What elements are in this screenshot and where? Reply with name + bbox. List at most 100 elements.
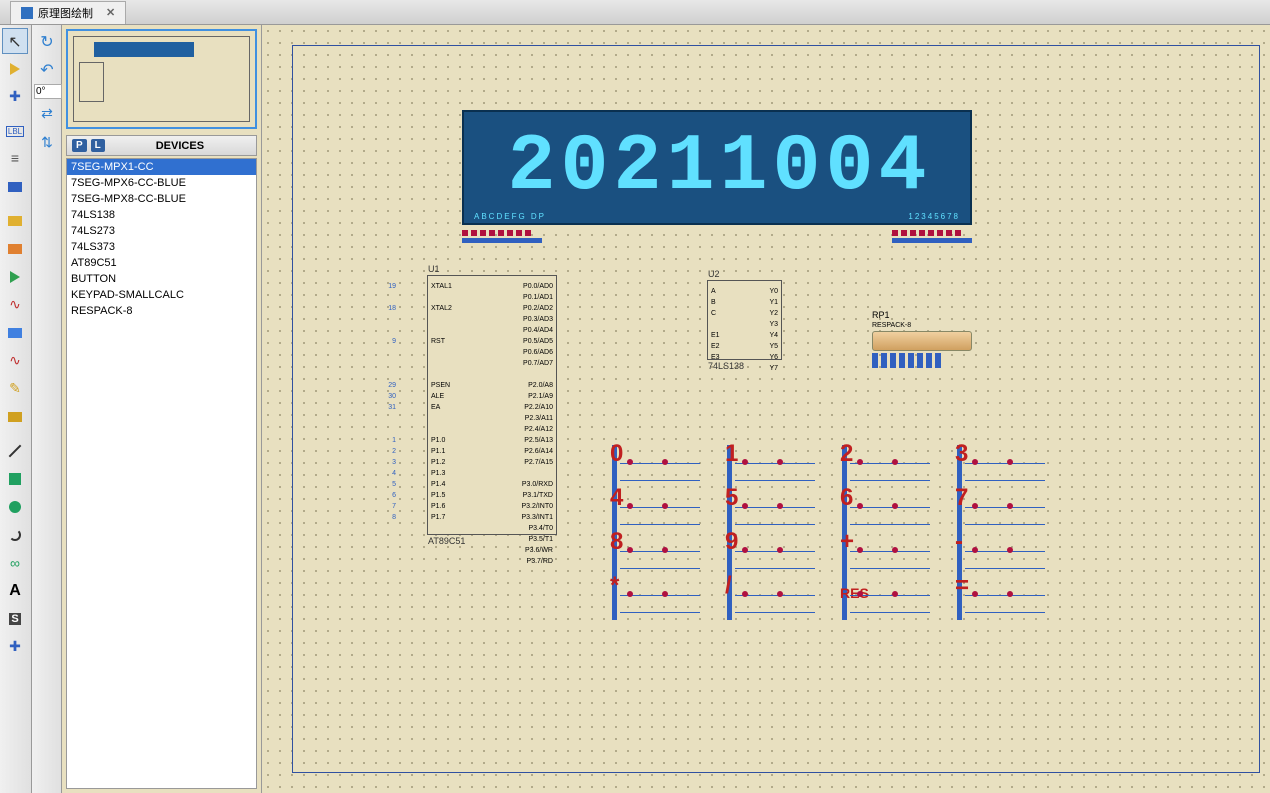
close-icon[interactable]: ✕ — [106, 6, 115, 19]
keypad-button[interactable]: + — [842, 533, 932, 575]
symbol-icon: S — [9, 613, 20, 625]
flip-horizontal[interactable] — [34, 101, 60, 127]
pin-icon — [10, 271, 20, 283]
device-item[interactable]: 74LS273 — [67, 223, 256, 239]
marker-icon — [6, 638, 24, 656]
rp1-name: RESPACK-8 — [872, 322, 982, 329]
devices-header: P L DEVICES — [66, 135, 257, 156]
probe-tool[interactable] — [2, 376, 28, 402]
bus-tool[interactable] — [2, 174, 28, 200]
u2-right-labels: Y0Y1Y2Y3Y4Y5Y6Y7 — [769, 286, 778, 374]
marker-tool[interactable] — [2, 634, 28, 660]
mode-toolbar: LBL ∞ S — [0, 25, 32, 793]
seg-digit: 1 — [666, 128, 714, 208]
seg-digit: 2 — [613, 128, 661, 208]
overview-panel[interactable] — [66, 29, 257, 129]
graph-tool[interactable] — [2, 292, 28, 318]
key-label: - — [955, 528, 963, 556]
keypad-button[interactable]: * — [612, 577, 702, 619]
pick-badge[interactable]: P — [72, 139, 87, 152]
keypad-button[interactable]: 3 — [957, 445, 1047, 487]
rp1-ref: RP1 — [872, 310, 982, 320]
tab-schematic[interactable]: 原理图绘制 ✕ — [10, 1, 126, 24]
seg-digit: 0 — [773, 128, 821, 208]
seven-seg-display[interactable]: ABCDEFG DP 12345678 20211004 — [462, 110, 972, 225]
display-pins-right — [892, 230, 972, 255]
keypad-button[interactable]: - — [957, 533, 1047, 575]
rotate-cw[interactable] — [34, 28, 60, 54]
symbol-tool[interactable]: S — [2, 606, 28, 632]
keypad-button[interactable]: = — [957, 577, 1047, 619]
flip-vertical[interactable]: ⇅ — [34, 129, 60, 155]
schematic-canvas[interactable]: ABCDEFG DP 12345678 20211004 U1 AT89C51 … — [262, 25, 1270, 793]
chip-icon — [8, 216, 22, 226]
keypad-button[interactable]: 5 — [727, 489, 817, 531]
respack-rp1[interactable]: RP1 RESPACK-8 — [872, 310, 982, 355]
keypad-button[interactable]: 8 — [612, 533, 702, 575]
instrument-icon — [8, 412, 22, 422]
device-item[interactable]: 74LS138 — [67, 207, 256, 223]
keypad-button[interactable]: 9 — [727, 533, 817, 575]
junction-tool[interactable] — [2, 84, 28, 110]
keypad-button[interactable]: 1 — [727, 445, 817, 487]
path-tool[interactable]: ∞ — [2, 550, 28, 576]
circle-icon — [9, 501, 21, 513]
recorder-icon — [8, 328, 22, 338]
u1-ref: U1 — [428, 264, 440, 274]
script-tool[interactable] — [2, 146, 28, 172]
component-tool[interactable] — [2, 56, 28, 82]
lib-badge[interactable]: L — [91, 139, 105, 152]
rect-icon — [9, 473, 21, 485]
device-item[interactable]: RESPACK-8 — [67, 303, 256, 319]
pin-tool[interactable] — [2, 264, 28, 290]
device-item[interactable]: 74LS373 — [67, 239, 256, 255]
recorder-tool[interactable] — [2, 320, 28, 346]
terminal-icon — [8, 244, 22, 254]
transform-toolbar: ⇅ — [32, 25, 62, 793]
devices-title: DEVICES — [109, 140, 251, 152]
generator-tool[interactable] — [2, 348, 28, 374]
terminal-tool[interactable] — [2, 236, 28, 262]
keypad-button[interactable]: / — [727, 577, 817, 619]
rectangle-tool[interactable] — [2, 466, 28, 492]
label-tool[interactable]: LBL — [2, 118, 28, 144]
chip-u2[interactable]: U2 74LS138 ABC E1E2E3 Y0Y1Y2Y3Y4Y5Y6Y7 — [707, 280, 782, 360]
arc-icon — [9, 529, 21, 541]
seg-digit: 4 — [879, 128, 927, 208]
keypad-button[interactable]: 0 — [612, 445, 702, 487]
instrument-tool[interactable] — [2, 404, 28, 430]
rotate-ccw[interactable] — [34, 56, 60, 82]
arc-tool[interactable] — [2, 522, 28, 548]
device-item[interactable]: KEYPAD-SMALLCALC — [67, 287, 256, 303]
circle-tool[interactable] — [2, 494, 28, 520]
device-item[interactable]: 7SEG-MPX1-CC — [67, 159, 256, 175]
rotate-ccw-icon — [38, 60, 56, 78]
angle-input[interactable] — [34, 84, 62, 99]
select-tool[interactable] — [2, 28, 28, 54]
display-pins-left — [462, 230, 542, 255]
subcircuit-tool[interactable] — [2, 208, 28, 234]
device-item[interactable]: 7SEG-MPX6-CC-BLUE — [67, 175, 256, 191]
line-tool[interactable] — [2, 438, 28, 464]
text-tool[interactable] — [2, 578, 28, 604]
keypad-button[interactable]: 6 — [842, 489, 932, 531]
chip-u1[interactable]: U1 AT89C51 XTAL1 XTAL2 RST PSENALEEA P1.… — [427, 275, 557, 535]
probe-icon — [6, 380, 24, 398]
seg-digit: 2 — [507, 128, 555, 208]
device-item[interactable]: AT89C51 — [67, 255, 256, 271]
devices-list[interactable]: 7SEG-MPX1-CC7SEG-MPX6-CC-BLUE7SEG-MPX8-C… — [66, 158, 257, 789]
seg-digit: 0 — [826, 128, 874, 208]
device-item[interactable]: BUTTON — [67, 271, 256, 287]
keypad-button[interactable]: 7 — [957, 489, 1047, 531]
keypad-button[interactable]: 2 — [842, 445, 932, 487]
sidebar: P L DEVICES 7SEG-MPX1-CC7SEG-MPX6-CC-BLU… — [62, 25, 262, 793]
device-item[interactable]: 7SEG-MPX8-CC-BLUE — [67, 191, 256, 207]
keypad-button[interactable]: 4 — [612, 489, 702, 531]
plus-icon — [6, 88, 24, 106]
rotate-cw-icon — [38, 32, 56, 50]
cursor-icon — [6, 32, 24, 50]
label-icon: LBL — [6, 126, 24, 137]
keypad-button[interactable]: RES — [842, 577, 932, 619]
text-icon — [6, 582, 24, 600]
flip-h-icon — [38, 105, 56, 123]
